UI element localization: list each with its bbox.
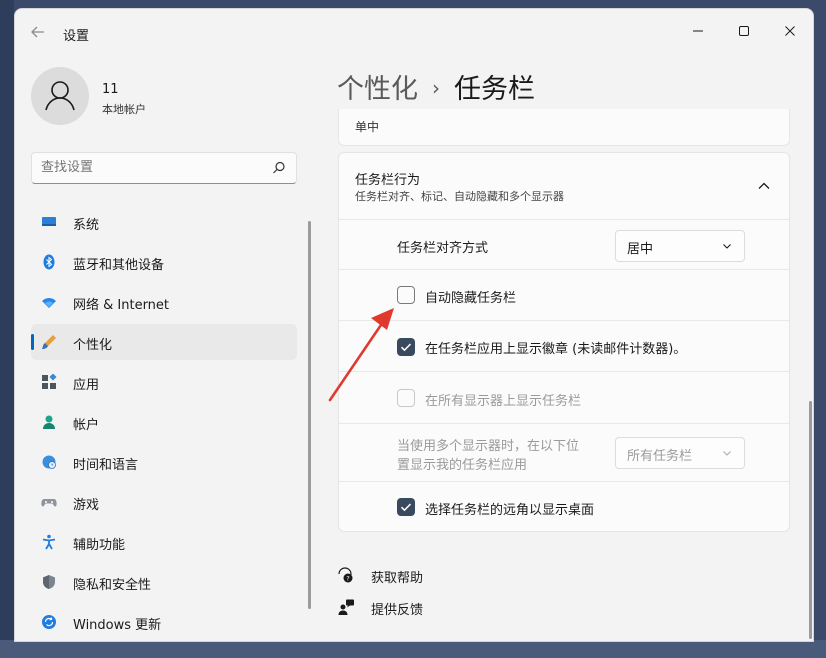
desktop-background xyxy=(0,0,14,658)
monitor-icon xyxy=(42,217,56,226)
sidebar-item-label: 帐户 xyxy=(73,418,100,433)
back-arrow-icon[interactable] xyxy=(29,23,47,41)
alignment-row: 任务栏对齐方式 居中 xyxy=(339,219,789,270)
sidebar-item-personalization[interactable]: 个性化 xyxy=(31,324,297,360)
checkmark-icon xyxy=(400,503,412,512)
brush-icon xyxy=(42,335,56,349)
far-corner-label: 选择任务栏的远角以显示桌面 xyxy=(425,503,595,518)
globe-clock-icon xyxy=(42,455,56,469)
breadcrumb: 个性化 › 任务栏 xyxy=(337,67,535,106)
multi-display-label-line1: 当使用多个显示器时，在以下位 xyxy=(397,439,580,454)
multi-display-label-line2: 置显示我的任务栏应用 xyxy=(397,458,528,473)
alignment-label: 任务栏对齐方式 xyxy=(397,241,489,256)
sidebar-item-label: 隐私和安全性 xyxy=(73,578,152,593)
sidebar-item-label: 游戏 xyxy=(73,498,100,513)
breadcrumb-parent[interactable]: 个性化 xyxy=(337,74,418,105)
alignment-value: 居中 xyxy=(627,242,654,257)
title-bar: 设置 xyxy=(15,9,813,55)
chevron-up-icon[interactable] xyxy=(757,179,771,193)
badges-checkbox[interactable] xyxy=(397,338,415,356)
apps-icon xyxy=(42,374,57,389)
previous-setting-card: 单中 xyxy=(338,109,790,146)
chevron-down-icon xyxy=(723,244,731,249)
close-button[interactable] xyxy=(767,15,813,47)
section-title: 任务栏行为 xyxy=(355,173,421,188)
chevron-down-icon xyxy=(723,451,731,456)
sidebar-item-privacy[interactable]: 隐私和安全性 xyxy=(31,564,297,600)
taskbar-behaviors-header[interactable]: 任务栏行为 任务栏对齐、标记、自动隐藏和多个显示器 xyxy=(339,153,789,219)
update-icon xyxy=(42,615,56,629)
all-displays-checkbox[interactable] xyxy=(397,389,415,407)
settings-window: 设置 11 本地帐户 系统 蓝牙和其他设备 xyxy=(14,8,814,642)
sidebar-item-label: 个性化 xyxy=(73,338,113,353)
user-name: 11 xyxy=(102,82,119,97)
sidebar-item-label: 系统 xyxy=(73,218,100,233)
sidebar-nav: 系统 蓝牙和其他设备 网络 & Internet 个性化 应用 帐户 时间和语言 xyxy=(31,204,297,641)
taskbar-behaviors-card: 任务栏行为 任务栏对齐、标记、自动隐藏和多个显示器 任务栏对齐方式 居中 自动隐… xyxy=(338,152,790,532)
multi-display-dropdown[interactable]: 所有任务栏 xyxy=(615,437,745,469)
person-icon xyxy=(43,415,55,429)
main-scrollbar[interactable] xyxy=(809,401,812,639)
auto-hide-label: 自动隐藏任务栏 xyxy=(425,291,517,306)
previous-card-text: 单中 xyxy=(355,120,380,134)
sidebar-item-label: Windows 更新 xyxy=(73,618,162,633)
minimize-button[interactable] xyxy=(675,15,721,47)
sidebar-item-label: 应用 xyxy=(73,378,100,393)
sidebar-item-label: 时间和语言 xyxy=(73,458,139,473)
shield-icon xyxy=(43,575,55,589)
alignment-dropdown[interactable]: 居中 xyxy=(615,230,745,262)
badges-label: 在任务栏应用上显示徽章 (未读邮件计数器)。 xyxy=(425,342,687,357)
avatar[interactable] xyxy=(31,67,89,125)
desktop-background-bottom xyxy=(0,640,826,658)
far-corner-checkbox[interactable] xyxy=(397,498,415,516)
account-type: 本地帐户 xyxy=(102,103,146,116)
maximize-button[interactable] xyxy=(721,15,767,47)
sidebar-scrollbar[interactable] xyxy=(308,221,311,609)
sidebar-item-gaming[interactable]: 游戏 xyxy=(31,484,297,520)
all-displays-label: 在所有显示器上显示任务栏 xyxy=(425,394,582,409)
multi-display-value: 所有任务栏 xyxy=(627,449,693,464)
page-title: 任务栏 xyxy=(454,74,535,105)
accessibility-icon xyxy=(42,534,56,550)
section-subtitle: 任务栏对齐、标记、自动隐藏和多个显示器 xyxy=(355,190,564,203)
help-icon: ? xyxy=(338,567,353,583)
sidebar-item-system[interactable]: 系统 xyxy=(31,204,297,240)
search-input[interactable] xyxy=(41,160,261,175)
multi-display-row: 当使用多个显示器时，在以下位 置显示我的任务栏应用 所有任务栏 xyxy=(339,423,789,482)
badges-row: 在任务栏应用上显示徽章 (未读邮件计数器)。 xyxy=(339,320,789,372)
person-icon xyxy=(45,81,75,111)
sidebar-item-accounts[interactable]: 帐户 xyxy=(31,404,297,440)
sidebar-item-windows-update[interactable]: Windows 更新 xyxy=(31,604,297,640)
auto-hide-checkbox[interactable] xyxy=(397,286,415,304)
far-corner-row: 选择任务栏的远角以显示桌面 xyxy=(339,481,789,532)
svg-text:?: ? xyxy=(346,574,349,582)
sidebar-item-label: 网络 & Internet xyxy=(73,298,170,313)
bluetooth-icon xyxy=(43,254,55,270)
sidebar-item-apps[interactable]: 应用 xyxy=(31,364,297,400)
sidebar-item-label: 辅助功能 xyxy=(73,538,126,553)
breadcrumb-separator: › xyxy=(432,76,440,100)
sidebar-item-time-language[interactable]: 时间和语言 xyxy=(31,444,297,480)
search-box[interactable] xyxy=(31,152,297,184)
sidebar-item-label: 蓝牙和其他设备 xyxy=(73,258,165,273)
get-help-label: 获取帮助 xyxy=(371,571,424,586)
feedback-icon xyxy=(338,599,354,615)
feedback-label: 提供反馈 xyxy=(371,603,424,618)
wifi-icon xyxy=(42,298,56,308)
checkmark-icon xyxy=(400,343,412,352)
sidebar-item-network[interactable]: 网络 & Internet xyxy=(31,284,297,320)
window-title: 设置 xyxy=(63,29,90,44)
sidebar-item-accessibility[interactable]: 辅助功能 xyxy=(31,524,297,560)
auto-hide-row: 自动隐藏任务栏 xyxy=(339,269,789,321)
gamepad-icon xyxy=(41,499,57,507)
search-icon[interactable] xyxy=(270,159,288,177)
sidebar-item-bluetooth[interactable]: 蓝牙和其他设备 xyxy=(31,244,297,280)
all-displays-row: 在所有显示器上显示任务栏 xyxy=(339,371,789,424)
